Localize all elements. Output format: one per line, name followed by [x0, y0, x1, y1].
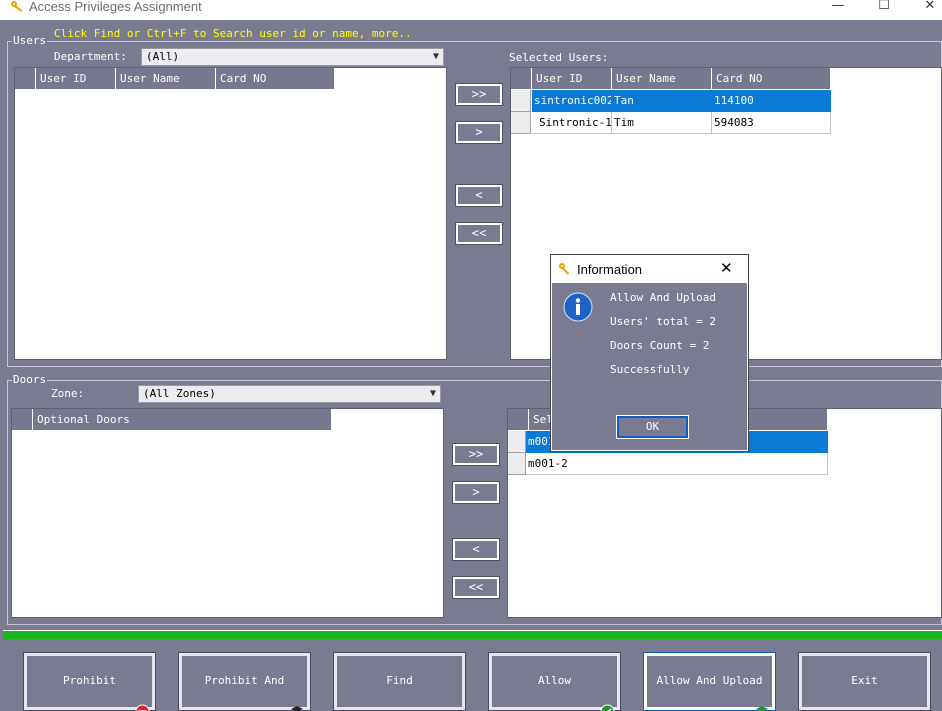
- remove-user-button[interactable]: <: [455, 184, 503, 207]
- stop-icon: [135, 691, 150, 711]
- remove-all-users-button[interactable]: <<: [455, 222, 503, 245]
- door-name-cell[interactable]: m001-2: [526, 453, 828, 475]
- row-header-corner: [15, 68, 36, 89]
- column-header-card-no[interactable]: Card NO: [216, 68, 335, 89]
- dialog-close-button[interactable]: ✕: [720, 259, 733, 277]
- selected-users-label: Selected Users:: [509, 51, 609, 64]
- prohibit-button[interactable]: Prohibit: [23, 652, 156, 711]
- add-all-doors-button[interactable]: >>: [452, 443, 500, 466]
- department-select[interactable]: (All) ▼: [141, 48, 444, 66]
- column-header-user-id[interactable]: User ID: [36, 68, 116, 89]
- dialog-message-line: Users' total = 2: [610, 315, 716, 328]
- user-id-cell[interactable]: Sintronic-1: [532, 112, 612, 134]
- available-users-list[interactable]: User ID User Name Card NO: [14, 67, 447, 360]
- allow-and-upload-label: Allow And Upload: [656, 674, 763, 687]
- users-group-title: Users: [12, 34, 48, 47]
- upload-prohibit-icon: [290, 691, 305, 711]
- column-header-user-name[interactable]: User Name: [612, 68, 712, 89]
- progress-bar: [3, 630, 942, 639]
- key-icon: [557, 261, 573, 280]
- remove-all-doors-button[interactable]: <<: [452, 576, 500, 599]
- upload-allow-icon: [755, 691, 770, 711]
- maximize-button[interactable]: ☐: [869, 0, 899, 14]
- search-hint: Click Find or Ctrl+F to Search user id o…: [54, 27, 412, 40]
- exit-button[interactable]: Exit: [798, 652, 931, 711]
- check-icon: [600, 691, 615, 711]
- dialog-message-line: Allow And Upload: [610, 291, 716, 304]
- column-header-optional-doors[interactable]: Optional Doors: [33, 409, 332, 430]
- dialog-title: Information: [577, 262, 643, 277]
- zone-select[interactable]: (All Zones) ▼: [138, 385, 441, 403]
- close-button[interactable]: ✕: [915, 0, 942, 14]
- exit-label: Exit: [851, 674, 878, 687]
- dialog-title-bar: Information ✕: [552, 256, 747, 283]
- title-bar: Access Privileges Assignment — ☐ ✕: [0, 0, 942, 20]
- add-door-button[interactable]: >: [452, 481, 500, 504]
- add-user-button[interactable]: >: [455, 121, 503, 144]
- row-header[interactable]: [508, 431, 526, 453]
- prohibit-and-upload-button[interactable]: Prohibit And Upload: [178, 652, 311, 711]
- dialog-message-line: Doors Count = 2: [610, 339, 710, 352]
- row-header[interactable]: [511, 90, 531, 112]
- allow-button[interactable]: Allow: [488, 652, 621, 711]
- allow-and-upload-button[interactable]: Allow And Upload: [643, 652, 776, 711]
- zone-value: (All Zones): [143, 387, 216, 400]
- prohibit-label: Prohibit: [63, 674, 116, 687]
- department-value: (All): [146, 50, 180, 63]
- column-header-user-name[interactable]: User Name: [116, 68, 216, 89]
- optional-doors-list[interactable]: Optional Doors: [11, 408, 444, 618]
- card-no-cell[interactable]: 114100: [712, 90, 831, 112]
- minimize-button[interactable]: —: [823, 0, 853, 14]
- find-button[interactable]: Find: [333, 652, 466, 711]
- allow-label: Allow: [537, 674, 572, 687]
- find-label: Find: [386, 674, 413, 687]
- dialog-message-line: Successfully: [610, 363, 690, 376]
- zone-label: Zone:: [51, 387, 85, 400]
- column-header-user-id[interactable]: User ID: [532, 68, 612, 89]
- ok-button[interactable]: OK: [616, 415, 689, 439]
- column-header-card-no[interactable]: Card NO: [712, 68, 831, 89]
- remove-door-button[interactable]: <: [452, 538, 500, 561]
- row-header[interactable]: [511, 112, 531, 134]
- row-header[interactable]: [508, 453, 526, 475]
- prohibit-and-upload-label: Prohibit And Upload: [204, 674, 285, 687]
- information-dialog: Information ✕ Allow And Upload Users' to…: [550, 254, 749, 452]
- user-name-cell[interactable]: Tan: [612, 90, 712, 112]
- row-header-corner: [508, 409, 529, 430]
- window-title: Access Privileges Assignment: [29, 0, 202, 14]
- chevron-down-icon: ▼: [432, 51, 439, 62]
- user-name-cell[interactable]: Tim: [612, 112, 712, 134]
- department-label: Department:: [54, 50, 127, 63]
- user-id-cell[interactable]: sintronic002: [532, 90, 612, 112]
- doors-group-title: Doors: [12, 373, 48, 386]
- row-header-corner: [511, 68, 532, 89]
- info-icon: [563, 292, 593, 325]
- chevron-down-icon: ▼: [429, 388, 436, 399]
- card-no-cell[interactable]: 594083: [712, 112, 831, 134]
- key-icon: [9, 0, 25, 17]
- row-header-corner: [12, 409, 33, 430]
- add-all-users-button[interactable]: >>: [455, 83, 503, 106]
